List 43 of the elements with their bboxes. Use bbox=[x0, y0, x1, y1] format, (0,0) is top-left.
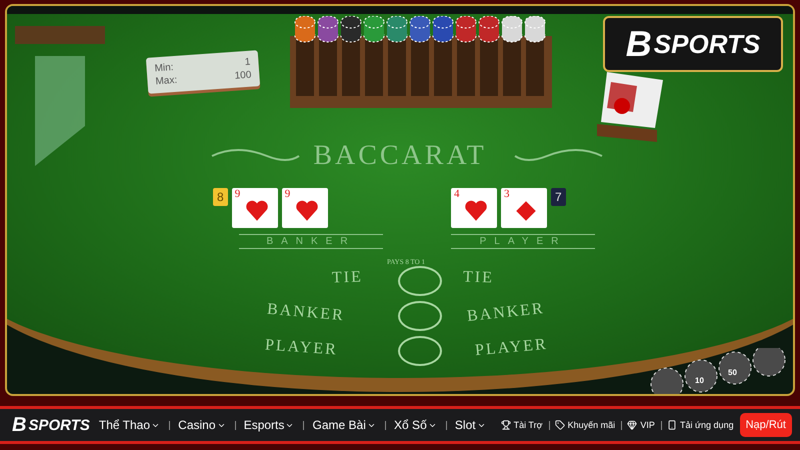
score-badge: 7 bbox=[551, 188, 566, 206]
playing-card: 3 bbox=[501, 188, 547, 228]
nav-link[interactable]: Khuyến mãi bbox=[554, 420, 616, 430]
hand-label: BANKER bbox=[239, 234, 383, 249]
limit-label: Max: bbox=[155, 74, 178, 88]
phone-icon bbox=[667, 420, 678, 430]
bet-circle[interactable] bbox=[398, 301, 442, 331]
logo-mark: B bbox=[12, 414, 26, 436]
nav-menu-item[interactable]: Casino bbox=[175, 418, 229, 432]
bet-label: BANKER bbox=[266, 300, 346, 326]
hand-label: PLAYER bbox=[451, 234, 595, 249]
bet-circle[interactable] bbox=[398, 336, 442, 366]
chip-value: 10 bbox=[695, 376, 704, 385]
bet-label: TIE bbox=[332, 268, 364, 288]
limit-value: 100 bbox=[234, 70, 252, 82]
bet-label: PLAYER bbox=[474, 336, 548, 360]
game-title: BACCARAT bbox=[313, 140, 487, 171]
limit-label: Min: bbox=[154, 62, 174, 74]
bet-label: PLAYER bbox=[264, 336, 338, 360]
bet-circle[interactable] bbox=[398, 266, 442, 296]
nav-link[interactable]: Tài Trợ bbox=[500, 420, 542, 430]
logo-mark: B bbox=[626, 23, 652, 65]
limit-value: 1 bbox=[244, 56, 251, 68]
nav-link[interactable]: Tải ứng dụng bbox=[667, 420, 734, 430]
trophy-icon bbox=[500, 420, 511, 430]
chip-value: 50 bbox=[728, 368, 737, 377]
nav-menu-item[interactable]: Game Bài bbox=[310, 418, 379, 432]
nav-menu-item[interactable]: Xổ Số bbox=[391, 418, 440, 432]
playing-card: 4 bbox=[451, 188, 497, 228]
playing-card: 9 bbox=[282, 188, 328, 228]
nav-menu-item[interactable]: Slot bbox=[452, 418, 489, 432]
nav-menu-item[interactable]: Esports bbox=[240, 418, 298, 432]
nav-link[interactable]: VIP bbox=[627, 420, 655, 430]
score-badge: 8 bbox=[213, 188, 228, 206]
diamond-icon bbox=[627, 420, 638, 430]
playing-card: 9 bbox=[232, 188, 278, 228]
bet-label: BANKER bbox=[466, 300, 546, 326]
bet-label: TIE bbox=[462, 268, 494, 288]
nav-menu-item[interactable]: Thể Thao bbox=[96, 418, 164, 432]
logo-text: SPORTS bbox=[654, 28, 760, 60]
deposit-button[interactable]: Nạp/Rút bbox=[740, 413, 792, 437]
logo-text: SPORTS bbox=[28, 416, 90, 434]
tag-icon bbox=[554, 420, 565, 430]
